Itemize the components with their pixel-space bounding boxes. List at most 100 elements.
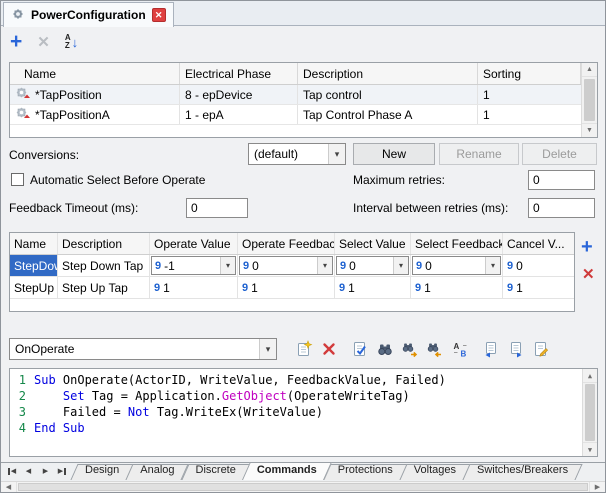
maximum-retries-input[interactable] xyxy=(528,170,595,190)
scrollbar-thumb[interactable] xyxy=(585,384,595,441)
command-description-cell[interactable]: Step Up Tap xyxy=(58,277,150,298)
delete-command-row-icon[interactable]: ✕ xyxy=(582,265,595,283)
script-editor[interactable]: 1Sub OnOperate(ActorID, WriteValue, Feed… xyxy=(9,368,598,457)
points-table-row[interactable]: *TapPosition 8 - epDevice Tap control 1 xyxy=(10,85,581,105)
chevron-down-icon[interactable]: ▾ xyxy=(220,257,235,274)
operate-value-cell[interactable]: 9 -1 ▾ xyxy=(150,255,238,276)
delete-conversion-button[interactable]: Delete xyxy=(522,143,597,165)
last-tab-icon[interactable]: ▶ xyxy=(55,464,70,478)
chevron-down-icon[interactable]: ▾ xyxy=(328,144,345,164)
column-header-select-value[interactable]: Select Value xyxy=(335,233,411,254)
column-header-operate-feedback[interactable]: Operate Feedback xyxy=(238,233,335,254)
close-tab-icon[interactable]: ✕ xyxy=(152,8,166,22)
delete-script-icon[interactable] xyxy=(320,340,338,358)
column-header-name[interactable]: Name xyxy=(10,233,58,254)
command-name-cell-selected[interactable]: StepDown xyxy=(10,255,58,276)
scroll-down-icon[interactable]: ▼ xyxy=(582,123,597,137)
select-value-cell[interactable]: 9 1 xyxy=(335,277,411,298)
scroll-up-icon[interactable]: ▲ xyxy=(583,369,597,383)
add-command-row-icon[interactable]: + xyxy=(581,238,593,256)
select-value-cell[interactable]: 9 0 ▾ xyxy=(335,255,411,276)
tab-voltages[interactable]: Voltages xyxy=(400,462,470,480)
chevron-down-icon[interactable]: ▾ xyxy=(259,339,276,359)
points-table-header: Name Electrical Phase Description Sortin… xyxy=(10,63,581,85)
point-sorting: 1 xyxy=(478,85,581,104)
sort-az-icon[interactable]: A Z ↓ xyxy=(65,34,78,50)
select-feedback-combo[interactable]: 9 0 ▾ xyxy=(412,256,501,275)
rename-conversion-button[interactable]: Rename xyxy=(439,143,519,165)
scrollbar-thumb[interactable] xyxy=(584,79,595,121)
find-next-icon[interactable] xyxy=(401,340,419,358)
chevron-down-icon[interactable]: ▾ xyxy=(317,257,332,274)
add-point-icon[interactable]: + xyxy=(10,33,22,51)
command-name-cell[interactable]: StepUp xyxy=(10,277,58,298)
commands-table-row[interactable]: StepUp Step Up Tap 9 1 9 1 9 1 9 1 9 1 xyxy=(10,277,574,299)
column-header-sorting[interactable]: Sorting xyxy=(478,63,581,84)
next-tab-icon[interactable]: ▶ xyxy=(38,464,53,478)
points-table-row[interactable]: *TapPositionA 1 - epA Tap Control Phase … xyxy=(10,105,581,125)
scroll-up-icon[interactable]: ▲ xyxy=(582,63,597,77)
scroll-left-icon[interactable]: ◀ xyxy=(1,482,17,492)
delete-point-icon[interactable]: ✕ xyxy=(37,33,50,51)
column-header-description[interactable]: Description xyxy=(298,63,478,84)
commands-table-row[interactable]: StepDown Step Down Tap 9 -1 ▾ 9 0 ▾ 9 xyxy=(10,255,574,277)
cancel-value-cell[interactable]: 9 1 xyxy=(503,277,574,298)
column-header-operate-value[interactable]: Operate Value xyxy=(150,233,238,254)
select-value-combo[interactable]: 9 0 ▾ xyxy=(336,256,409,275)
chevron-down-icon[interactable]: ▾ xyxy=(393,257,408,274)
power-configuration-window: PowerConfiguration ✕ + ✕ A Z ↓ Name Elec… xyxy=(0,0,606,493)
column-header-select-feedback[interactable]: Select Feedback xyxy=(411,233,503,254)
first-tab-icon[interactable]: ◀ xyxy=(4,464,19,478)
new-script-icon[interactable] xyxy=(295,340,313,358)
operate-feedback-combo[interactable]: 9 0 ▾ xyxy=(239,256,333,275)
column-header-cancel-value[interactable]: Cancel V... xyxy=(503,233,574,254)
chevron-down-icon[interactable]: ▾ xyxy=(485,257,500,274)
tab-discrete[interactable]: Discrete xyxy=(182,462,250,480)
select-feedback-cell[interactable]: 9 0 ▾ xyxy=(411,255,503,276)
select-feedback-cell[interactable]: 9 1 xyxy=(411,277,503,298)
script-handler-dropdown[interactable]: OnOperate ▾ xyxy=(9,338,277,360)
feedback-timeout-input[interactable] xyxy=(186,198,248,218)
replace-icon[interactable]: AB xyxy=(451,340,469,358)
check-script-icon[interactable] xyxy=(351,340,369,358)
previous-tab-icon[interactable]: ◀ xyxy=(21,464,36,478)
previous-script-icon[interactable] xyxy=(482,340,500,358)
operate-feedback-cell[interactable]: 9 0 ▾ xyxy=(238,255,335,276)
tab-protections[interactable]: Protections xyxy=(324,462,407,480)
tab-switches-breakers[interactable]: Switches/Breakers xyxy=(463,462,582,480)
svg-text:A: A xyxy=(454,342,460,351)
tab-design[interactable]: Design xyxy=(71,462,133,480)
operate-value-cell[interactable]: 9 1 xyxy=(150,277,238,298)
sort-arrow: ↓ xyxy=(72,35,79,50)
find-previous-icon[interactable] xyxy=(426,340,444,358)
scroll-down-icon[interactable]: ▼ xyxy=(583,442,597,456)
retry-interval-input[interactable] xyxy=(528,198,595,218)
automatic-select-checkbox[interactable] xyxy=(11,173,24,186)
conversions-dropdown[interactable]: (default) ▾ xyxy=(248,143,346,165)
edit-script-icon[interactable] xyxy=(532,340,550,358)
points-table-scrollbar[interactable]: ▲ ▼ xyxy=(581,63,597,137)
cancel-value-cell[interactable]: 9 0 xyxy=(503,255,574,276)
next-script-icon[interactable] xyxy=(507,340,525,358)
tab-commands[interactable]: Commands xyxy=(243,462,331,480)
command-description-cell[interactable]: Step Down Tap xyxy=(58,255,150,276)
select-value: 0 xyxy=(349,259,356,273)
column-header-electrical-phase[interactable]: Electrical Phase xyxy=(180,63,298,84)
scroll-right-icon[interactable]: ▶ xyxy=(589,482,605,492)
select-feedback-value: 1 xyxy=(424,281,431,295)
operate-value-combo[interactable]: 9 -1 ▾ xyxy=(151,256,236,275)
script-editor-scrollbar[interactable]: ▲ ▼ xyxy=(582,369,597,456)
column-header-name[interactable]: Name xyxy=(10,63,180,84)
document-tab-powerconfiguration[interactable]: PowerConfiguration ✕ xyxy=(3,2,174,27)
find-icon[interactable] xyxy=(376,340,394,358)
horizontal-scrollbar[interactable]: ◀ ▶ xyxy=(1,481,605,492)
column-header-description[interactable]: Description xyxy=(58,233,150,254)
point-name-cell: *TapPositionA xyxy=(10,105,180,124)
operate-feedback-cell[interactable]: 9 1 xyxy=(238,277,335,298)
scrollbar-thumb[interactable] xyxy=(18,483,588,491)
tab-analog[interactable]: Analog xyxy=(126,462,188,480)
new-conversion-button[interactable]: New xyxy=(353,143,435,165)
script-editor-text[interactable]: 1Sub OnOperate(ActorID, WriteValue, Feed… xyxy=(10,372,582,456)
feedback-timeout-label: Feedback Timeout (ms): xyxy=(9,201,138,215)
point-electrical-phase: 8 - epDevice xyxy=(180,85,298,104)
